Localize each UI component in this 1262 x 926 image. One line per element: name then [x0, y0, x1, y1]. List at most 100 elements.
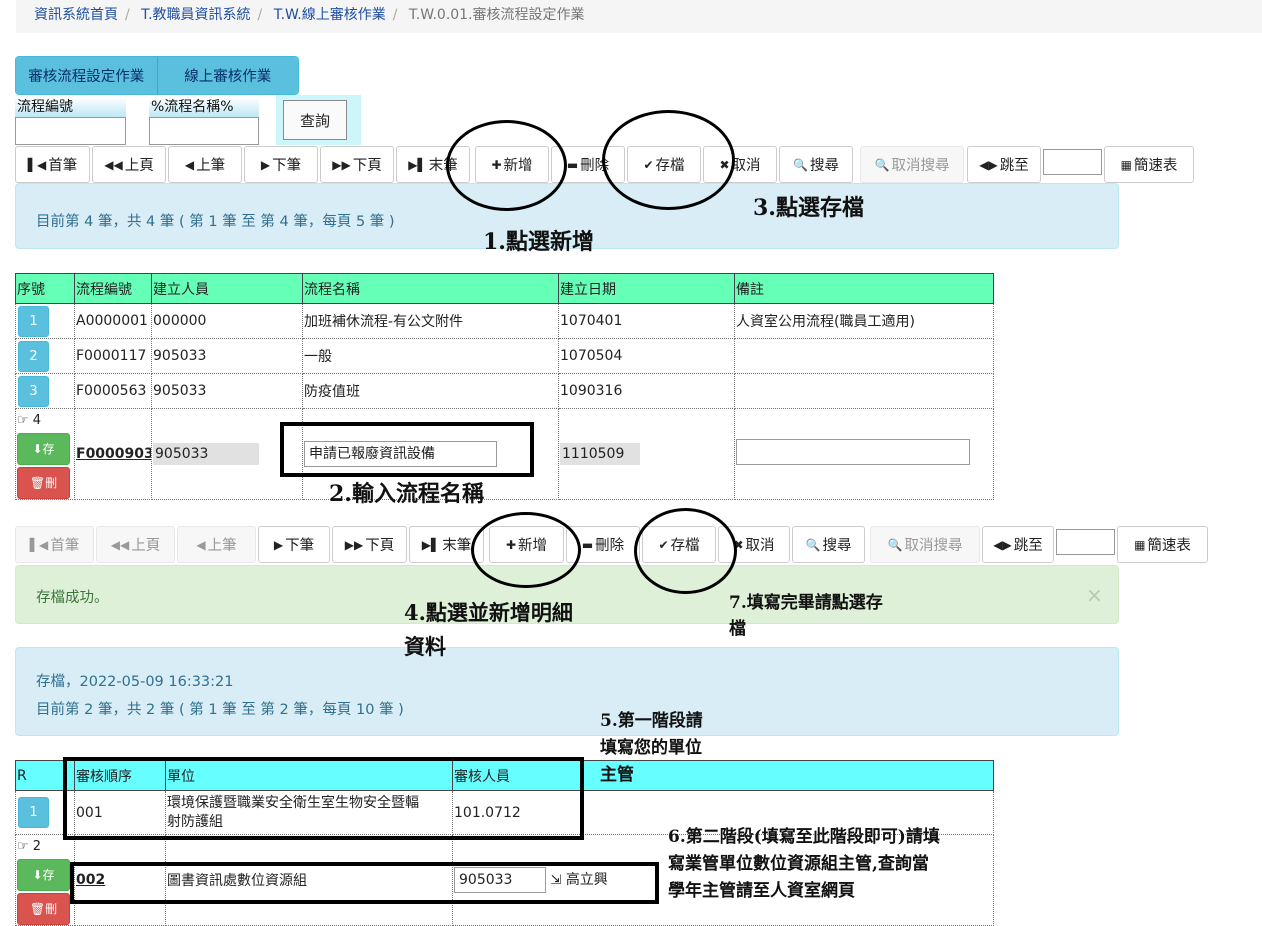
table-row[interactable]: 3 F0000563 905033 防疫值班 1090316 [15, 373, 994, 409]
note-input[interactable] [736, 439, 970, 465]
col-header[interactable]: 建立人員 [151, 273, 303, 304]
table-row[interactable]: 1 A0000001 000000 加班補休流程-有公文附件 1070401 人… [15, 303, 994, 339]
save-timestamp: 存檔，2022-05-09 16:33:21 [36, 674, 234, 690]
jump-icon: ◀▶ [979, 157, 998, 172]
trash-icon: 🗑 [29, 476, 46, 490]
tab-online-review[interactable]: 線上審核作業 [156, 57, 298, 94]
annotation-box-flow-name [280, 422, 534, 477]
close-alert-icon[interactable]: × [1086, 583, 1103, 607]
creator-cell: 000000 [151, 303, 303, 339]
minus-icon: ▬ [566, 157, 579, 172]
next-page-icon: ▶▶ [332, 157, 351, 172]
minus-icon: ▬ [581, 537, 594, 552]
detail-prev-page-button[interactable]: ◀◀ 上頁 [96, 526, 175, 563]
flow-name-cell: 防疫值班 [302, 373, 559, 409]
annotation-step6: 6.第二階段(填寫至此階段即可)請填 寫業管單位數位資源組主管,查詢當 學年主管… [668, 827, 940, 901]
creator-cell: 905033 [151, 338, 303, 374]
breadcrumb-current: T.W.0.01.審核流程設定作業 [408, 7, 585, 23]
date-cell: 1090316 [558, 373, 735, 409]
search-button[interactable]: 🔍 搜尋 [779, 146, 853, 183]
last-icon: ▶▌ [408, 157, 427, 172]
tab-flow-setup[interactable]: 審核流程設定作業 [16, 57, 157, 94]
trash-icon: 🗑 [29, 902, 46, 916]
first-icon: ▌◀ [27, 157, 47, 172]
first-record-button[interactable]: ▌◀ 首筆 [15, 146, 90, 183]
row-number-button[interactable]: 2 [18, 340, 49, 372]
row-pointer: ☞ 2 [17, 839, 42, 854]
detail-record-info: 目前第 2 筆，共 2 筆 ( 第 1 筆 至 第 2 筆，每頁 10 筆 ) [36, 702, 404, 718]
date-cell: 1070401 [558, 303, 735, 339]
row-save-button[interactable]: ⬇存 [17, 859, 70, 891]
row-number-button[interactable]: 3 [18, 375, 49, 407]
next-icon: ▶ [260, 157, 271, 172]
row-delete-button[interactable]: 🗑刪 [17, 467, 70, 499]
jump-to-button[interactable]: ◀▶ 跳至 [967, 146, 1041, 183]
table-icon: ▦ [1120, 157, 1132, 172]
date-readonly: 1110509 [560, 443, 640, 465]
flow-code-cell: F0000563 [74, 373, 152, 409]
annotation-step2: 2.輸入流程名稱 [329, 481, 484, 507]
flow-name-cell: 一般 [302, 338, 559, 374]
annotation-step4: 4.點選並新增明細 資料 [404, 600, 573, 659]
flow-name-label: %流程名稱% [149, 97, 259, 117]
detail-first-button[interactable]: ▌◀ 首筆 [15, 526, 94, 563]
search-icon: 🔍 [793, 157, 808, 172]
prev-page-icon: ◀◀ [110, 537, 130, 552]
creator-cell: 905033 [151, 373, 303, 409]
note-cell [734, 373, 994, 409]
row-pointer: ☞ 4 [17, 413, 42, 428]
table-icon: ▦ [1134, 537, 1146, 552]
row-number-button[interactable]: 1 [18, 797, 49, 828]
detail-next-button[interactable]: ▶ 下筆 [258, 526, 330, 563]
detail-cancel-search-button[interactable]: 🔍 取消搜尋 [870, 526, 980, 563]
row-number-button[interactable]: 1 [18, 305, 49, 337]
annotation-box-stage2 [70, 862, 659, 904]
last-icon: ▶▌ [421, 537, 441, 552]
breadcrumb-online-review[interactable]: T.W.線上審核作業 [274, 7, 386, 23]
prev-page-button[interactable]: ◀◀ 上頁 [92, 146, 166, 183]
note-cell [734, 338, 994, 374]
flow-table-header: 序號 流程編號 建立人員 流程名稱 建立日期 備註 [15, 273, 994, 304]
row-save-button[interactable]: ⬇存 [17, 433, 70, 465]
date-cell: 1070504 [558, 338, 735, 374]
breadcrumb-staff-system[interactable]: T.教職員資訊系統 [141, 7, 250, 23]
prev-icon: ◀ [196, 537, 206, 552]
prev-record-button[interactable]: ◀ 上筆 [168, 146, 242, 183]
col-header[interactable]: 流程名稱 [302, 273, 559, 304]
col-header[interactable]: 備註 [734, 273, 994, 304]
detail-search-button[interactable]: 🔍 搜尋 [792, 526, 865, 563]
detail-next-page-button[interactable]: ▶▶ 下頁 [332, 526, 407, 563]
row-delete-button[interactable]: 🗑刪 [17, 893, 70, 925]
col-header[interactable]: 序號 [15, 273, 75, 304]
success-text: 存檔成功。 [36, 590, 109, 606]
next-record-button[interactable]: ▶ 下筆 [244, 146, 318, 183]
save-icon: ⬇ [32, 868, 43, 882]
pointer-icon: ☞ [17, 413, 29, 428]
next-page-button[interactable]: ▶▶ 下頁 [320, 146, 394, 183]
detail-prev-button[interactable]: ◀ 上筆 [177, 526, 256, 563]
search-off-icon: 🔍 [874, 157, 890, 172]
query-button[interactable]: 查詢 [283, 100, 347, 140]
flow-name-input[interactable] [149, 117, 259, 145]
col-header[interactable]: 流程編號 [74, 273, 152, 304]
annotation-step3: 3.點選存檔 [753, 195, 864, 221]
creator-readonly: 905033 [153, 443, 259, 465]
main-tabs: 審核流程設定作業 線上審核作業 [15, 56, 299, 95]
next-page-icon: ▶▶ [344, 537, 364, 552]
annotation-ellipse-save [602, 110, 735, 210]
breadcrumb-home[interactable]: 資訊系統首頁 [34, 7, 118, 23]
detail-jump-to-input[interactable] [1056, 529, 1115, 555]
flow-code-cell[interactable]: F0000903 [74, 408, 152, 500]
jump-to-input[interactable] [1043, 149, 1102, 175]
search-off-icon: 🔍 [887, 537, 903, 552]
annotation-step1: 1.點選新增 [483, 229, 594, 255]
cancel-search-button[interactable]: 🔍 取消搜尋 [860, 146, 964, 183]
flow-code-input[interactable] [15, 117, 126, 145]
quick-table-button[interactable]: ▦ 簡速表 [1104, 146, 1194, 183]
detail-quick-table-button[interactable]: ▦ 簡速表 [1117, 526, 1208, 563]
table-row[interactable]: 2 F0000117 905033 一般 1070504 [15, 338, 994, 374]
detail-jump-to-button[interactable]: ◀▶ 跳至 [982, 526, 1054, 563]
col-header[interactable]: 建立日期 [558, 273, 735, 304]
flow-code-label: 流程編號 [15, 97, 126, 117]
flow-code-cell: F0000117 [74, 338, 152, 374]
